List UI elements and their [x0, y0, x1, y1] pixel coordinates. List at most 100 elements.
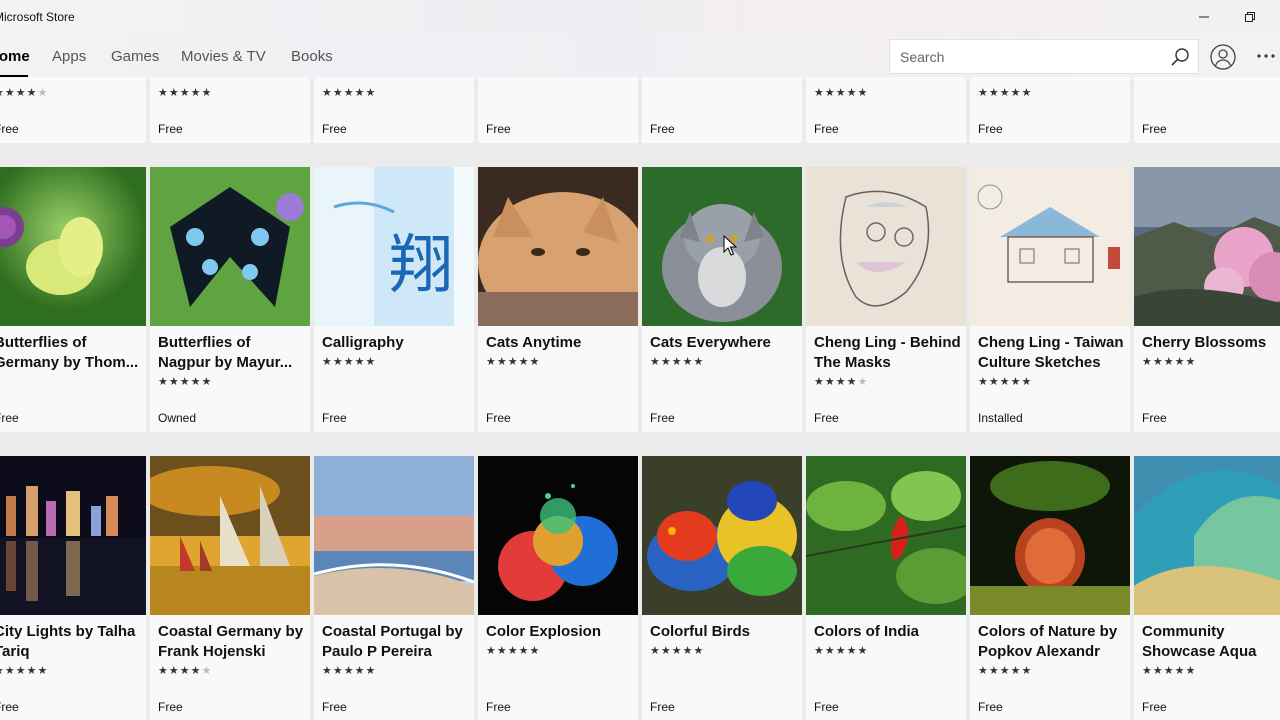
product-image — [478, 456, 638, 615]
product-price: Installed — [978, 411, 1023, 425]
product-price: Free — [322, 122, 347, 136]
product-title: Cherry Blossoms — [1142, 334, 1267, 351]
product-tile[interactable]: City Lights by Talha Tariq ★★★★★ Free — [0, 456, 146, 720]
product-tile[interactable]: Butterflies of Nagpur by Mayur... ★★★★★ Own… — [150, 167, 310, 432]
star-rating: ★★★★★ — [486, 356, 541, 368]
product-image — [150, 456, 310, 615]
product-image — [1134, 456, 1280, 615]
star-rating: ★★★★★ — [978, 87, 1033, 99]
star-rating: ★★★★★ — [1142, 356, 1197, 368]
product-title: Community — [1142, 623, 1225, 640]
star-rating: ★★★★★ — [158, 665, 213, 677]
restore-button[interactable] — [1227, 0, 1273, 33]
product-tile[interactable]: Free — [642, 77, 802, 143]
product-tile[interactable]: Colorful Birds ★★★★★ Free — [642, 456, 802, 720]
product-tile[interactable]: Community Showcase Aqua ★★★★★ Free — [1134, 456, 1280, 720]
product-price: Free — [1142, 700, 1167, 714]
product-image — [478, 167, 638, 332]
product-image — [806, 456, 966, 615]
product-price: Free — [158, 700, 183, 714]
product-title: City Lights by Talha — [0, 623, 136, 640]
product-price: Free — [0, 700, 19, 714]
product-image — [642, 456, 802, 615]
product-price: Free — [486, 700, 511, 714]
account-button[interactable] — [1208, 42, 1238, 72]
svg-text:翔: 翔 — [389, 229, 453, 303]
star-rating: ★★★★★ — [0, 665, 49, 677]
product-image — [806, 167, 966, 326]
product-title: Cats Everywhere — [650, 334, 771, 351]
product-tile[interactable]: Colors of India ★★★★★ Free — [806, 456, 966, 720]
tab-home[interactable]: Home — [0, 48, 30, 65]
more-dots-icon — [1257, 54, 1275, 58]
tab-games[interactable]: Games — [111, 48, 159, 65]
star-rating: ★★★★★ — [814, 87, 869, 99]
search-icon — [1171, 48, 1189, 66]
product-title: Colorful Birds — [650, 623, 750, 640]
product-title-line2: Culture Sketches — [978, 354, 1101, 371]
product-price: Free — [814, 411, 839, 425]
search-box — [889, 39, 1199, 74]
product-tile[interactable]: Cats Everywhere ★★★★★ Free — [642, 167, 802, 432]
tab-books[interactable]: Books — [291, 48, 333, 65]
product-tile[interactable]: Cheng Ling - Taiwan Culture Sketches ★★★★★… — [970, 167, 1130, 432]
product-price: Owned — [158, 411, 197, 425]
product-tile[interactable]: Coastal Germany by Frank Hojenski ★★★★★ Fre… — [150, 456, 310, 720]
product-price: Free — [650, 411, 675, 425]
product-tile[interactable]: Butterflies of Germany by Thom... Free — [0, 167, 146, 432]
product-title: Colors of Nature by — [978, 623, 1118, 640]
product-tile[interactable]: Cheng Ling - Behind The Masks ★★★★★ Free — [806, 167, 966, 432]
product-image — [642, 167, 802, 326]
product-title: Coastal Germany by — [158, 623, 304, 640]
product-image — [150, 167, 310, 326]
product-price: Free — [1142, 411, 1167, 425]
mouse-cursor-icon — [723, 235, 737, 256]
more-options-button[interactable] — [1255, 43, 1280, 71]
product-tile[interactable]: 翔 Calligraphy ★★★★★ Free — [314, 167, 474, 432]
user-avatar-icon — [1210, 44, 1236, 70]
star-rating: ★★★★★ — [650, 356, 705, 368]
product-title: Butterflies of — [0, 334, 87, 351]
product-tile[interactable]: Colors of Nature by Popkov Alexandr ★★★★★ F… — [970, 456, 1130, 720]
product-tile[interactable]: ★★★★★ Free — [806, 77, 966, 143]
product-title-line2: The Masks — [814, 354, 891, 371]
product-tile[interactable]: Cats Anytime ★★★★★ Free — [478, 167, 638, 432]
product-title-line2: Nagpur by Mayur... — [158, 354, 293, 371]
product-price: Free — [322, 700, 347, 714]
product-title: Colors of India — [814, 623, 919, 640]
product-price: Free — [322, 411, 347, 425]
product-price: Free — [650, 122, 675, 136]
product-tile[interactable]: Free — [478, 77, 638, 143]
search-button[interactable] — [1170, 47, 1190, 67]
product-tile[interactable]: Coastal Portugal by Paulo P Pereira ★★★★★ F… — [314, 456, 474, 720]
product-price: Free — [814, 700, 839, 714]
tab-apps[interactable]: Apps — [52, 48, 86, 65]
product-title: Butterflies of — [158, 334, 251, 351]
product-title: Calligraphy — [322, 334, 404, 351]
search-input[interactable] — [890, 40, 1160, 73]
product-image — [0, 167, 146, 326]
nav-bar: Home Apps Games Movies & TV Books — [0, 33, 1280, 81]
product-tile[interactable]: ★★★★★ Free — [970, 77, 1130, 143]
product-price: Free — [158, 122, 183, 136]
product-price: Free — [1142, 122, 1167, 136]
product-tile[interactable]: Cherry Blossoms ★★★★★ Free — [1134, 167, 1280, 432]
product-title-line2: Showcase Aqua — [1142, 643, 1257, 660]
product-tile[interactable]: ★★★★★ Free — [150, 77, 310, 143]
app-title: Microsoft Store — [0, 10, 75, 24]
star-rating: ★★★★★ — [486, 645, 541, 657]
product-price: Free — [814, 122, 839, 136]
product-tile[interactable]: Free — [1134, 77, 1280, 143]
product-title: Cheng Ling - Behind — [814, 334, 961, 351]
minimize-button[interactable] — [1181, 0, 1227, 33]
product-image — [314, 456, 474, 615]
star-rating: ★★★★★ — [814, 376, 869, 388]
product-tile[interactable]: ★★★★★ Free — [0, 77, 146, 143]
product-title-line2: Paulo P Pereira — [322, 643, 432, 660]
tab-movies-tv[interactable]: Movies & TV — [181, 48, 266, 65]
star-rating: ★★★★★ — [322, 356, 377, 368]
product-price: Free — [0, 122, 19, 136]
product-title-line2: Tariq — [0, 643, 30, 660]
product-tile[interactable]: ★★★★★ Free — [314, 77, 474, 143]
product-tile[interactable]: Color Explosion ★★★★★ Free — [478, 456, 638, 720]
